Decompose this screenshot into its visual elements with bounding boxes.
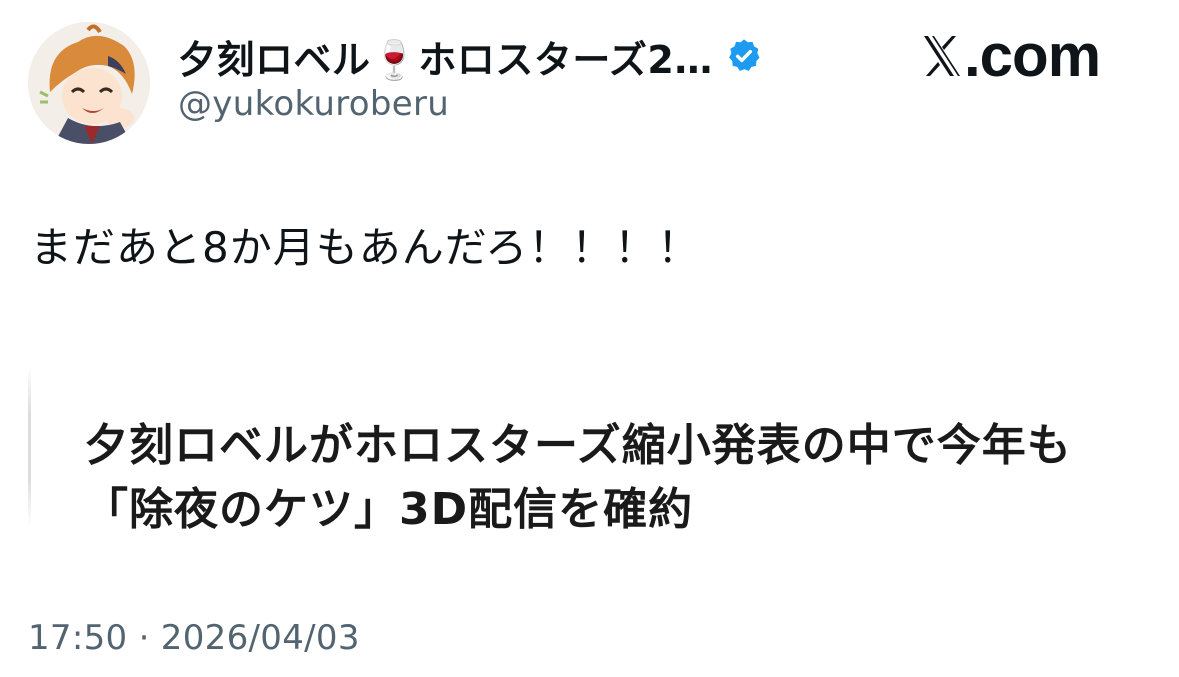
brand-logo: .com bbox=[922, 22, 1101, 89]
author-name-row[interactable]: 夕刻ロベル🍷ホロスターズ2… bbox=[178, 28, 763, 84]
author-handle[interactable]: @yukokuroberu bbox=[178, 84, 449, 124]
avatar[interactable] bbox=[28, 22, 150, 144]
tweet-text: まだあと8か月もあんだろ！！！！ bbox=[30, 223, 701, 272]
tweet-timestamp[interactable]: 17:50 · 2026/04/03 bbox=[28, 618, 360, 658]
card-edge bbox=[28, 366, 31, 526]
card-headline: 夕刻ロベルがホロスターズ縮小発表の中で今年も「除夜のケツ」3D配信を確約 bbox=[84, 420, 1072, 535]
display-name[interactable]: 夕刻ロベル🍷ホロスターズ2… bbox=[178, 29, 713, 84]
verified-badge-icon bbox=[725, 37, 763, 75]
avatar-image bbox=[28, 22, 150, 144]
x-logo-icon bbox=[922, 34, 962, 78]
brand-text: .com bbox=[964, 22, 1101, 89]
quoted-card[interactable]: 夕刻ロベルがホロスターズ縮小発表の中で今年も「除夜のケツ」3D配信を確約 bbox=[28, 362, 1138, 535]
